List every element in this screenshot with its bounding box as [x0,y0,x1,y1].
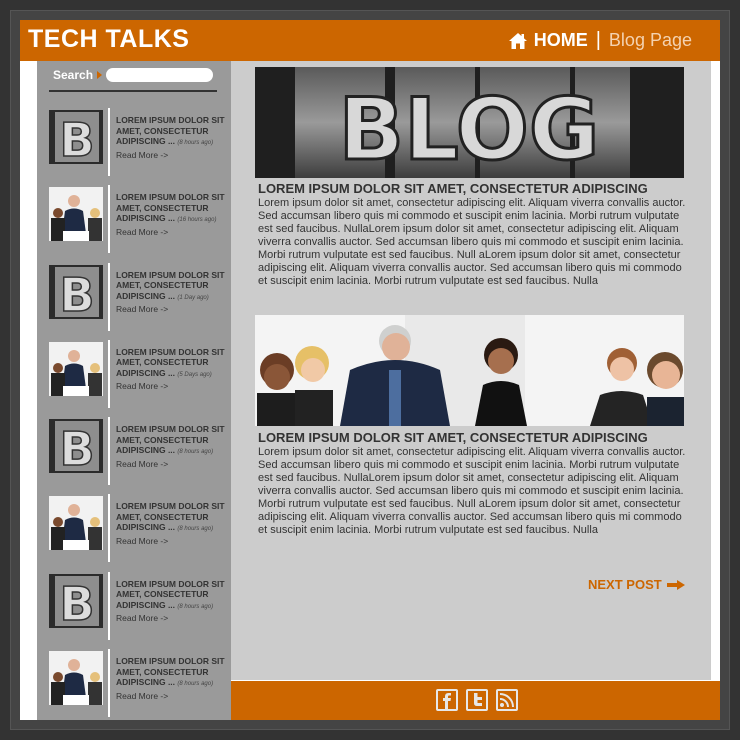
business-team-image [255,315,684,426]
post-summary: LOREM IPSUM DOLOR SIT AMET, CONSECTETUR … [116,115,229,160]
article-2-title[interactable]: LOREM IPSUM DOLOR SIT AMET, CONSECTETUR … [258,430,688,445]
page: TECH TALKS HOME | Blog Page Search B LORE… [20,20,720,720]
site-logo-text[interactable]: TECH TALKS [28,25,189,54]
arrow-right-icon [666,579,685,590]
post-divider [108,108,110,176]
read-more-link[interactable]: Read More -> [116,150,229,161]
article-1-body: Lorem ipsum dolor sit amet, consectetur … [258,197,686,287]
svg-text:B: B [59,268,94,319]
post-summary: LOREM IPSUM DOLOR SIT AMET, CONSECTETUR … [116,501,229,546]
sidebar-post-item[interactable]: LOREM IPSUM DOLOR SIT AMET, CONSECTETUR … [49,339,229,417]
sidebar-post-item[interactable]: B LOREM IPSUM DOLOR SIT AMET, CONSECTETUR… [49,108,229,185]
read-more-link[interactable]: Read More -> [116,691,229,702]
post-thumbnail[interactable]: B [49,419,103,474]
search-arrow-icon [97,71,103,79]
post-thumbnail[interactable]: B [49,264,103,319]
sidebar-post-item[interactable]: LOREM IPSUM DOLOR SIT AMET, CONSECTETUR … [49,649,229,720]
main-content: BLOG LOREM IPSUM DOLOR SIT AMET, CONSECT… [231,61,711,680]
post-divider [108,262,110,331]
post-summary: LOREM IPSUM DOLOR SIT AMET, CONSECTETUR … [116,579,229,624]
twitter-icon[interactable] [466,689,488,711]
svg-text:B: B [59,113,94,164]
blog-hero-image[interactable]: BLOG [255,67,684,178]
article-1-title[interactable]: LOREM IPSUM DOLOR SIT AMET, CONSECTETUR … [258,181,688,196]
team-hero-image[interactable] [255,315,684,426]
post-divider [108,571,110,640]
post-summary: LOREM IPSUM DOLOR SIT AMET, CONSECTETUR … [116,347,229,392]
post-time: (8 hours ago) [177,681,214,688]
sidebar-post-item[interactable]: LOREM IPSUM DOLOR SIT AMET, CONSECTETUR … [49,494,229,571]
search-label: Search [53,68,94,82]
post-time: (8 hours ago) [177,526,214,533]
social-links [436,689,518,711]
search-bar: Search [53,68,214,82]
right-gutter [711,61,720,680]
post-summary: LOREM IPSUM DOLOR SIT AMET, CONSECTETUR … [116,270,229,315]
search-input[interactable] [106,68,214,82]
top-nav: HOME | Blog Page [508,29,692,52]
post-divider [108,339,110,408]
svg-text:B: B [59,577,94,628]
rss-icon[interactable] [496,689,518,711]
svg-text:B: B [59,422,94,473]
read-more-link[interactable]: Read More -> [116,304,229,315]
read-more-link[interactable]: Read More -> [116,459,229,470]
nav-blog-page-link[interactable]: Blog Page [609,30,692,51]
sidebar: Search B LOREM IPSUM DOLOR SIT AMET, CONS… [37,61,231,720]
post-thumbnail[interactable] [49,187,103,242]
post-thumbnail[interactable] [49,651,103,706]
sidebar-post-item[interactable]: LOREM IPSUM DOLOR SIT AMET, CONSECTETUR … [49,185,229,262]
next-post-link[interactable]: NEXT POST [588,577,685,592]
post-time: (8 hours ago) [177,449,214,456]
post-thumbnail[interactable] [49,341,103,396]
post-divider [108,185,110,254]
post-divider [108,494,110,563]
read-more-link[interactable]: Read More -> [116,381,229,392]
post-summary: LOREM IPSUM DOLOR SIT AMET, CONSECTETUR … [116,424,229,469]
post-thumbnail[interactable]: B [49,573,103,628]
facebook-icon[interactable] [436,689,458,711]
read-more-link[interactable]: Read More -> [116,613,229,624]
next-post-label: NEXT POST [588,577,662,592]
post-time: (8 hours ago) [177,603,214,610]
post-time: (16 hours ago) [177,217,217,224]
blog-image-text: BLOG [339,80,600,178]
post-time: (5 Days ago) [177,371,212,378]
search-divider [49,90,217,92]
blog-letterpress-image: BLOG [255,67,684,178]
post-divider [108,649,110,718]
sidebar-post-item[interactable]: B LOREM IPSUM DOLOR SIT AMET, CONSECTETUR… [49,571,229,649]
post-thumbnail[interactable]: B [49,110,103,164]
sidebar-post-item[interactable]: B LOREM IPSUM DOLOR SIT AMET, CONSECTETUR… [49,417,229,494]
post-summary: LOREM IPSUM DOLOR SIT AMET, CONSECTETUR … [116,192,229,237]
post-thumbnail[interactable] [49,496,103,551]
nav-separator: | [595,29,601,51]
read-more-link[interactable]: Read More -> [116,227,229,238]
post-time: (8 hours ago) [177,140,214,146]
read-more-link[interactable]: Read More -> [116,536,229,547]
nav-home-link[interactable]: HOME [534,30,588,51]
site-footer [231,680,720,720]
sidebar-post-item[interactable]: B LOREM IPSUM DOLOR SIT AMET, CONSECTETUR… [49,262,229,340]
article-2-body: Lorem ipsum dolor sit amet, consectetur … [258,446,686,536]
home-icon[interactable] [508,31,528,51]
recent-posts-list: B LOREM IPSUM DOLOR SIT AMET, CONSECTETUR… [49,108,229,720]
post-time: (1 Day ago) [177,294,209,301]
post-divider [108,417,110,486]
site-header: TECH TALKS HOME | Blog Page [20,20,720,61]
post-summary: LOREM IPSUM DOLOR SIT AMET, CONSECTETUR … [116,656,229,701]
